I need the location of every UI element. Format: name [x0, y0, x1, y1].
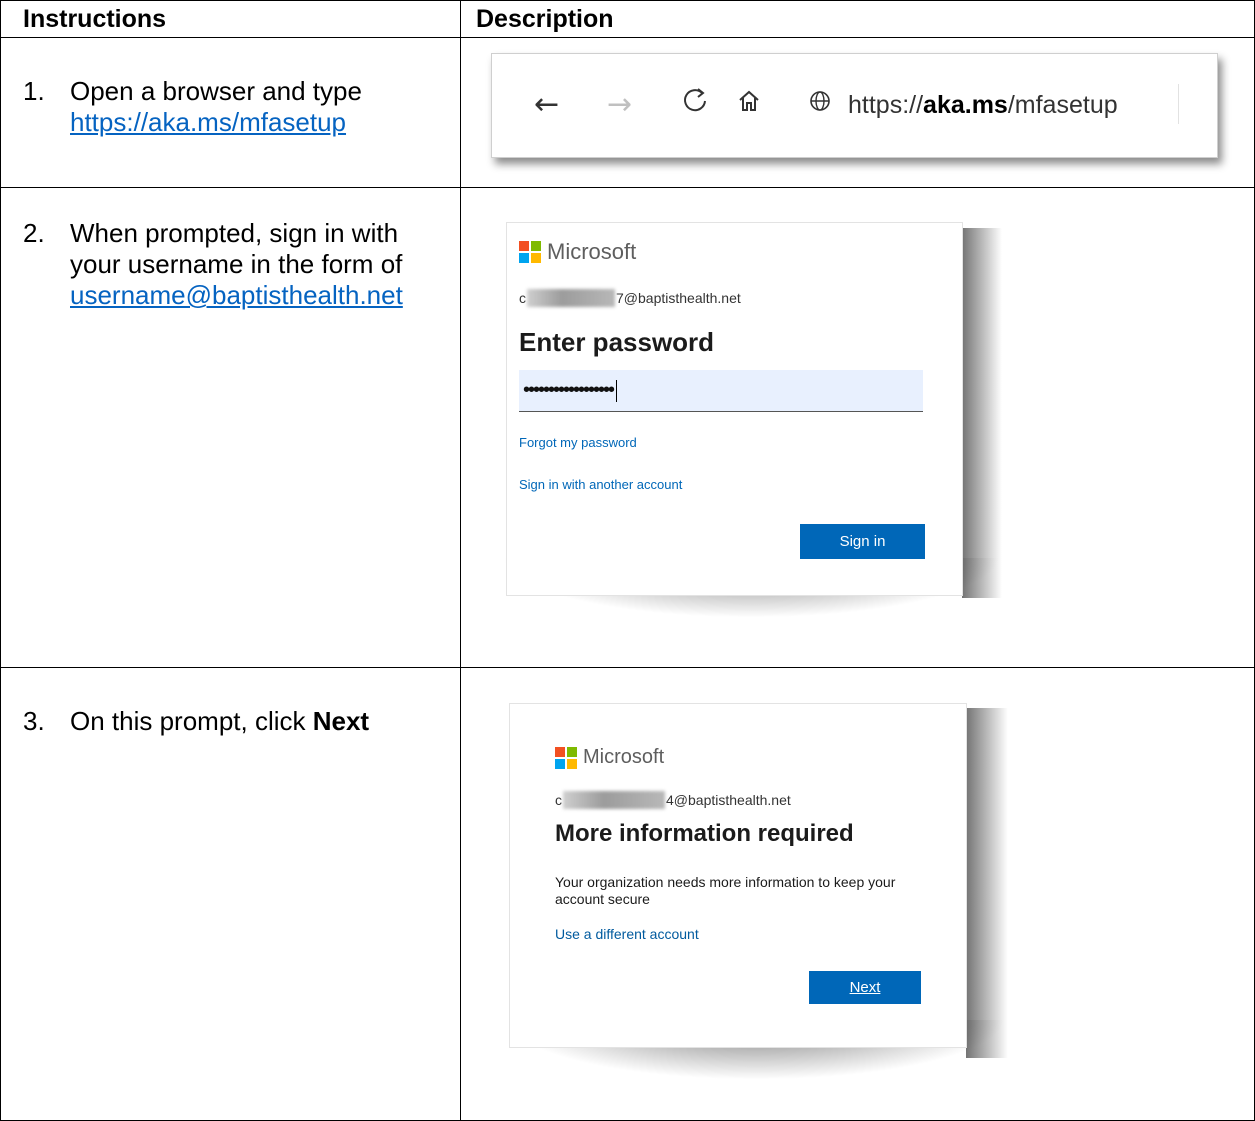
account-end: 7@baptisthealth.net	[616, 290, 741, 306]
username-email-link[interactable]: username@baptisthealth.net	[70, 280, 403, 310]
account-start: c	[555, 792, 562, 808]
forgot-password-link[interactable]: Forgot my password	[519, 435, 637, 450]
forward-arrow-icon[interactable]: →	[607, 86, 632, 124]
mfasetup-link[interactable]: https://aka.ms/mfasetup	[70, 107, 346, 137]
account-start: c	[519, 290, 526, 306]
back-arrow-icon[interactable]: ←	[534, 86, 559, 124]
account-identifier: c 4@baptisthealth.net	[555, 791, 791, 809]
url-path: /mfasetup	[1007, 91, 1118, 119]
address-bar-divider	[1178, 84, 1179, 124]
account-identifier: c 7@baptisthealth.net	[519, 289, 741, 307]
redacted-block	[563, 791, 665, 809]
step-1-instruction: 1. Open a browser and type https://aka.m…	[23, 76, 454, 138]
step-text-body: On this prompt, click	[70, 706, 313, 736]
step-row-1: 1. Open a browser and type https://aka.m…	[0, 37, 1255, 188]
browser-address-bar: ← → https://aka.ms/mfasetup	[491, 53, 1218, 158]
microsoft-brand: Microsoft	[547, 239, 637, 264]
microsoft-logo: Microsoft	[519, 239, 636, 265]
step-1-instruction-cell: 1. Open a browser and type https://aka.m…	[0, 37, 461, 188]
more-info-dialog: Microsoft c 4@baptisthealth.net More info…	[509, 703, 967, 1048]
step-text: On this prompt, click Next	[70, 706, 454, 737]
sign-in-dialog: Microsoft c 7@baptisthealth.net Enter pas…	[506, 222, 963, 596]
dialog-heading: Enter password	[519, 327, 715, 357]
step-text-body: When prompted, sign in with your usernam…	[70, 218, 403, 279]
step-2-description-cell: Microsoft c 7@baptisthealth.net Enter pas…	[460, 187, 1255, 668]
step-2-instruction-cell: 2. When prompted, sign in with your user…	[0, 187, 461, 668]
step-3-instruction-cell: 3. On this prompt, click Next	[0, 667, 461, 1121]
next-emphasis: Next	[312, 706, 370, 736]
step-row-2: 2. When prompted, sign in with your user…	[0, 187, 1255, 668]
microsoft-squares-icon	[555, 746, 577, 769]
refresh-icon[interactable]	[682, 86, 708, 126]
globe-icon	[808, 86, 832, 126]
step-number: 2.	[23, 218, 45, 248]
use-different-account-link[interactable]: Use a different account	[555, 926, 699, 942]
microsoft-squares-icon	[519, 241, 541, 263]
step-3-instruction: 3. On this prompt, click Next	[23, 706, 454, 737]
microsoft-logo: Microsoft	[555, 746, 664, 769]
step-number: 1.	[23, 76, 45, 106]
sign-in-button[interactable]: Sign in	[800, 524, 925, 559]
instructions-header: Instructions	[0, 0, 461, 38]
step-number: 3.	[23, 706, 45, 736]
account-end: 4@baptisthealth.net	[666, 792, 791, 808]
password-mask: ••••••••••••••••••	[523, 379, 615, 401]
dialog-body-text: Your organization needs more information…	[555, 874, 896, 907]
step-text: When prompted, sign in with your usernam…	[70, 218, 454, 311]
header-row: Instructions Description	[0, 0, 1255, 38]
step-2-instruction: 2. When prompted, sign in with your user…	[23, 218, 454, 311]
next-button-label: Next	[849, 979, 881, 996]
url-text[interactable]: https://aka.ms/mfasetup	[848, 91, 1118, 120]
step-1-description-cell: ← → https://aka.ms/mfasetup	[460, 37, 1255, 188]
sign-in-another-account-link[interactable]: Sign in with another account	[519, 477, 682, 492]
dialog-heading: More information required	[555, 820, 854, 847]
microsoft-brand: Microsoft	[583, 746, 665, 768]
redacted-block	[527, 289, 615, 307]
step-3-description-cell: Microsoft c 4@baptisthealth.net More info…	[460, 667, 1255, 1121]
url-prefix: https://	[848, 91, 924, 119]
text-caret	[616, 379, 618, 402]
instructions-table: Instructions Description 1. Open a brows…	[0, 0, 1255, 1121]
dialog-shadow	[966, 708, 1008, 1058]
dialog-shadow	[962, 228, 1002, 598]
password-input[interactable]: ••••••••••••••••••	[519, 370, 923, 412]
step-row-3: 3. On this prompt, click Next Microsoft …	[0, 667, 1255, 1121]
step-text: Open a browser and type https://aka.ms/m…	[70, 76, 454, 138]
description-header: Description	[460, 0, 1255, 38]
url-domain: aka.ms	[923, 91, 1008, 119]
step-text-body: Open a browser and type	[70, 76, 362, 106]
home-icon[interactable]	[736, 86, 762, 126]
next-button[interactable]: Next	[809, 971, 921, 1004]
